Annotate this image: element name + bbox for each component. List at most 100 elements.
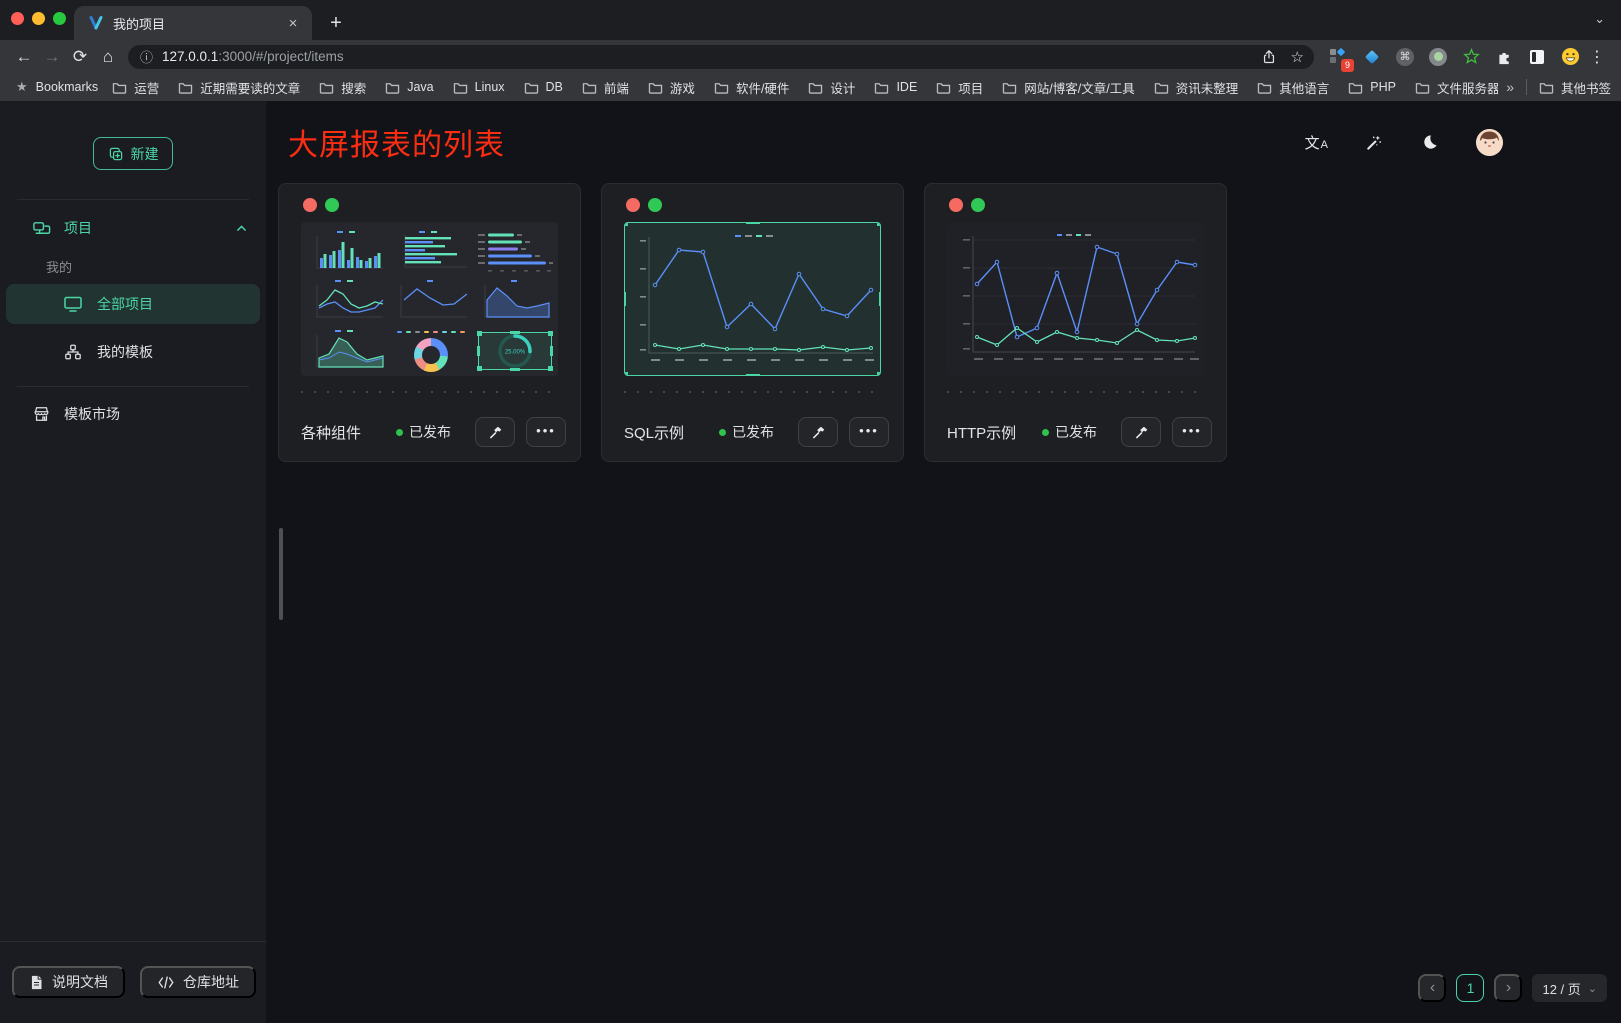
bookmark-folder[interactable]: IDE: [874, 80, 917, 94]
edit-project-button[interactable]: [1121, 417, 1161, 447]
bookmark-folder[interactable]: Java: [385, 80, 433, 94]
site-info-icon[interactable]: ⓘ: [140, 47, 153, 66]
extension-diamond-icon[interactable]: [1361, 46, 1383, 68]
bookmark-folder[interactable]: 设计: [808, 78, 855, 97]
mini-dual-line-chart: [307, 278, 387, 324]
bookmark-folder[interactable]: 其他语言: [1257, 78, 1329, 97]
bookmark-folder[interactable]: 资讯未整理: [1154, 78, 1239, 97]
app-window: 新建 项目 我的 全: [0, 101, 1621, 1023]
extension-grid-icon[interactable]: 9: [1328, 46, 1350, 68]
bookmark-folder[interactable]: 网站/博客/文章/工具: [1002, 78, 1134, 97]
bookmark-folder[interactable]: 项目: [936, 78, 983, 97]
content-scrollbar[interactable]: [279, 528, 283, 620]
extension-star-icon[interactable]: [1460, 46, 1482, 68]
sidebar-group-projects[interactable]: 项目: [32, 213, 248, 243]
site-favicon: [88, 15, 104, 31]
collapse-chevron-icon[interactable]: [235, 222, 248, 235]
selection-handle: [877, 222, 881, 226]
bookmarks-star-icon[interactable]: ★: [16, 79, 28, 95]
edit-project-button[interactable]: [798, 417, 838, 447]
extension-record-icon[interactable]: [1427, 46, 1449, 68]
project-card[interactable]: HTTP示例 已发布 •••: [924, 183, 1227, 462]
dark-mode-moon-icon[interactable]: [1420, 129, 1439, 155]
prev-page-button[interactable]: ‹: [1418, 974, 1446, 1002]
sidebar-item-all-projects[interactable]: 全部项目: [6, 284, 260, 324]
selection-frame: [478, 332, 552, 370]
language-icon[interactable]: 文A: [1305, 129, 1327, 155]
extensions-puzzle-icon[interactable]: [1493, 46, 1515, 68]
status-badge: 已发布: [396, 422, 451, 442]
page-size-select[interactable]: 12 / 页 ⌄: [1532, 974, 1607, 1002]
tab-search-chevron-icon[interactable]: ⌄: [1594, 11, 1605, 27]
repo-button[interactable]: 仓库地址: [140, 966, 256, 998]
sidebar-item-my-templates[interactable]: 我的模板: [6, 332, 260, 372]
project-card[interactable]: 25.00% 各种组件 已发布 •••: [278, 183, 581, 462]
folder-icon: [808, 81, 823, 94]
more-actions-button[interactable]: •••: [1172, 417, 1212, 447]
minimize-window-button[interactable]: [32, 12, 45, 25]
magic-wand-icon[interactable]: [1364, 129, 1383, 155]
selection-handle: [624, 372, 628, 376]
more-actions-button[interactable]: •••: [526, 417, 566, 447]
bookmark-folder[interactable]: Linux: [453, 80, 505, 94]
project-thumbnail[interactable]: [947, 222, 1204, 376]
project-title: SQL示例: [624, 422, 719, 443]
user-avatar[interactable]: [1476, 129, 1503, 156]
folder-icon: [1539, 81, 1554, 94]
back-button[interactable]: ←: [10, 44, 38, 70]
tab-close-icon[interactable]: ×: [284, 14, 302, 32]
browser-tab[interactable]: 我的项目 ×: [74, 6, 312, 40]
extension-emoji-icon[interactable]: [1559, 46, 1581, 68]
browser-menu-icon[interactable]: ⋮: [1587, 47, 1607, 67]
docs-button[interactable]: 说明文档: [12, 966, 125, 998]
bookmarks-label[interactable]: Bookmarks: [36, 80, 99, 94]
sidebar-divider: [17, 386, 249, 387]
home-button[interactable]: ⌂: [94, 44, 122, 70]
bookmark-folder[interactable]: DB: [524, 80, 563, 94]
bookmark-folder[interactable]: 近期需要读的文章: [178, 78, 300, 97]
url-path: :3000/#/project/items: [218, 49, 343, 64]
current-page-button[interactable]: 1: [1456, 974, 1484, 1002]
share-icon[interactable]: [1261, 49, 1277, 65]
project-thumbnail[interactable]: 25.00%: [301, 222, 558, 376]
donut-legend: [397, 331, 469, 333]
bookmark-folder[interactable]: 运营: [112, 78, 159, 97]
selection-handle: [624, 292, 626, 306]
bookmarks-overflow-icon[interactable]: »: [1506, 79, 1514, 95]
project-thumbnail[interactable]: [624, 222, 881, 376]
bookmark-folder[interactable]: 游戏: [648, 78, 695, 97]
more-actions-button[interactable]: •••: [849, 417, 889, 447]
document-icon: [29, 974, 44, 991]
ellipsis-icon: •••: [536, 423, 556, 438]
reload-button[interactable]: ⟳: [66, 44, 94, 70]
close-window-button[interactable]: [11, 12, 24, 25]
screen: 我的项目 × + ⌄ ← → ⟳ ⌂ ⓘ 127.0.0.1:3000/#/pr…: [0, 0, 1621, 1023]
sidebar-item-template-market[interactable]: 模板市场: [6, 397, 260, 431]
extension-sidepanel-icon[interactable]: [1526, 46, 1548, 68]
project-card-list: 25.00% 各种组件 已发布 •••: [278, 183, 1621, 462]
next-page-button[interactable]: ›: [1494, 974, 1522, 1002]
zoom-window-button[interactable]: [53, 12, 66, 25]
sidebar-divider: [17, 199, 249, 200]
bookmark-folder[interactable]: 搜索: [319, 78, 366, 97]
project-card[interactable]: SQL示例 已发布 •••: [601, 183, 904, 462]
bookmark-folder[interactable]: 软件/硬件: [714, 78, 789, 97]
extension-command-icon[interactable]: ⌘: [1394, 46, 1416, 68]
red-dot: [949, 198, 963, 212]
bookmarks-separator: [1526, 79, 1527, 95]
bookmark-star-icon[interactable]: ☆: [1291, 48, 1304, 66]
folder-icon: [714, 81, 729, 94]
address-bar[interactable]: ⓘ 127.0.0.1:3000/#/project/items ☆: [128, 45, 1314, 69]
bookmark-folder[interactable]: PHP: [1348, 80, 1396, 94]
bookmark-folder[interactable]: 文件服务器: [1415, 78, 1500, 97]
bookmark-folder[interactable]: 前端: [582, 78, 629, 97]
new-project-button[interactable]: 新建: [93, 137, 173, 170]
edit-project-button[interactable]: [475, 417, 515, 447]
other-bookmarks[interactable]: 其他书签: [1539, 78, 1611, 97]
header-actions: 文A: [1305, 129, 1503, 156]
selection-handle: [877, 372, 881, 376]
forward-button[interactable]: →: [38, 44, 66, 70]
sidebar-subgroup-mine: 我的: [46, 257, 266, 276]
new-tab-button[interactable]: +: [322, 9, 350, 37]
mini-bar-chart: [307, 228, 387, 274]
